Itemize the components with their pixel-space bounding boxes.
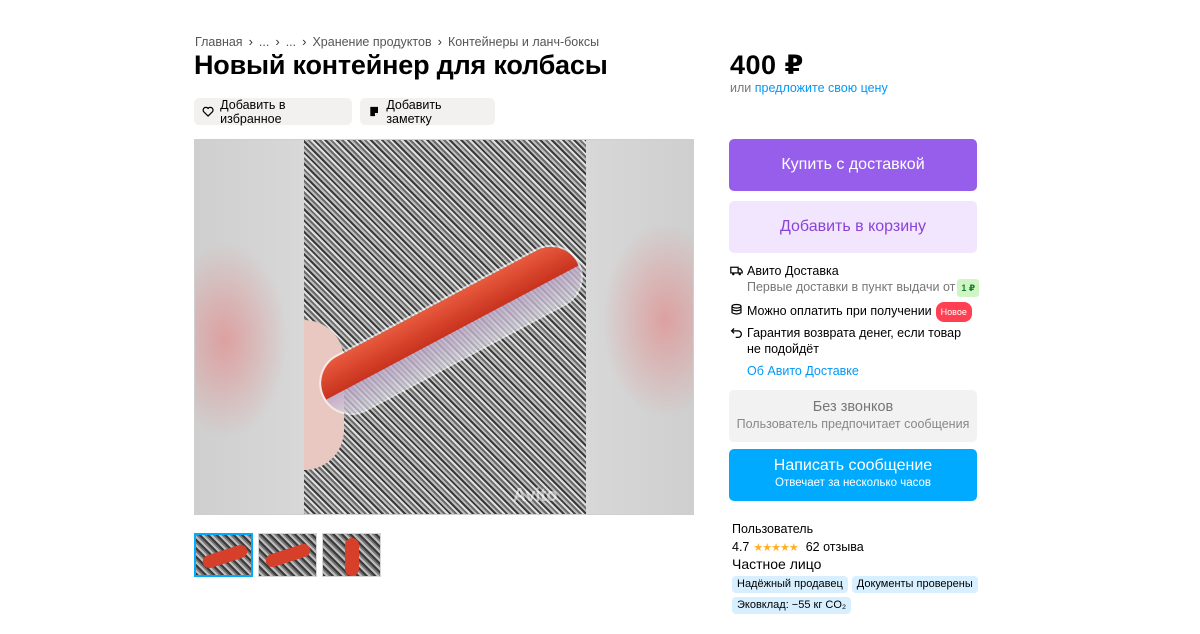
buy-with-delivery-button[interactable]: Купить с доставкой bbox=[729, 139, 977, 191]
reviews-link[interactable]: 62 отзыва bbox=[806, 540, 864, 554]
breadcrumb-separator-icon: › bbox=[248, 34, 253, 49]
breadcrumb-separator-icon: › bbox=[275, 34, 280, 49]
avito-watermark: Avito bbox=[513, 485, 558, 505]
no-calls-subtitle: Пользователь предпочитает сообщения bbox=[736, 417, 970, 431]
truck-icon bbox=[730, 266, 743, 276]
add-note-label: Добавить заметку bbox=[386, 97, 442, 126]
about-delivery-link[interactable]: Об Авито Доставке bbox=[747, 364, 859, 378]
star-rating-icon: ★★★★★ bbox=[753, 541, 798, 554]
sausage-container-shape bbox=[307, 233, 595, 427]
tag-documents-verified: Документы проверены bbox=[851, 576, 978, 593]
new-badge: Новое bbox=[935, 302, 972, 322]
seller-tags: Надёжный продавец Документы проверены Эк… bbox=[732, 576, 982, 614]
seller-type: Частное лицо bbox=[732, 556, 822, 572]
thumbnail-strip bbox=[194, 533, 381, 577]
offer-price-link[interactable]: предложите свою цену bbox=[755, 81, 888, 95]
return-arrow-icon bbox=[730, 327, 742, 339]
add-to-favorites-button[interactable]: Добавить в избранное bbox=[194, 97, 352, 126]
response-time-label: Отвечает за несколько часов bbox=[775, 477, 931, 489]
add-to-favorites-label: Добавить в избранное bbox=[220, 97, 286, 126]
tag-eco-contribution: Эковклад: −55 кг CO₂ bbox=[732, 597, 852, 614]
delivery-info: Авито Доставка Первые доставки в пункт в… bbox=[730, 263, 980, 297]
pay-on-receipt-text: Можно оплатить при получении bbox=[747, 304, 932, 318]
write-message-label: Написать сообщение bbox=[773, 457, 933, 474]
offer-price-line: или предложите свою цену bbox=[730, 81, 888, 95]
thumbnail-2[interactable] bbox=[258, 533, 317, 577]
breadcrumb-item-collapsed-1[interactable]: ... bbox=[259, 35, 269, 49]
breadcrumb-separator-icon: › bbox=[302, 34, 307, 49]
add-to-cart-button[interactable]: Добавить в корзину bbox=[729, 201, 977, 253]
offer-or-text: или bbox=[730, 81, 752, 95]
breadcrumb-item-containers[interactable]: Контейнеры и ланч-боксы bbox=[448, 35, 599, 49]
guarantee-line-1: Гарантия возврата денег, если товар bbox=[747, 326, 962, 340]
guarantee-line-2: не подойдёт bbox=[747, 342, 819, 356]
no-calls-panel: Без звонков Пользователь предпочитает со… bbox=[729, 390, 977, 442]
note-icon bbox=[370, 106, 379, 117]
breadcrumb-item-food-storage[interactable]: Хранение продуктов bbox=[312, 35, 431, 49]
breadcrumb: Главная › ... › ... › Хранение продуктов… bbox=[195, 34, 599, 49]
add-note-button[interactable]: Добавить заметку bbox=[360, 97, 495, 126]
no-calls-title: Без звонков bbox=[812, 399, 894, 415]
delivery-subtitle: Первые доставки в пункт выдачи от bbox=[747, 280, 956, 294]
pay-on-receipt-info: Можно оплатить при получении Новое bbox=[730, 302, 972, 322]
thumbnail-3[interactable] bbox=[322, 533, 381, 577]
rating-value: 4.7 bbox=[732, 540, 750, 554]
breadcrumb-item-home[interactable]: Главная bbox=[195, 35, 243, 49]
delivery-price-badge: 1 ₽ bbox=[957, 279, 980, 297]
price: 400 ₽ bbox=[730, 50, 804, 80]
seller-name[interactable]: Пользователь bbox=[732, 522, 813, 536]
seller-rating: 4.7 ★★★★★ 62 отзыва bbox=[732, 540, 864, 554]
guarantee-info: Гарантия возврата денег, если товар не п… bbox=[730, 325, 961, 357]
breadcrumb-separator-icon: › bbox=[437, 34, 442, 49]
delivery-title: Авито Доставка bbox=[747, 264, 839, 278]
page-title: Новый контейнер для колбасы bbox=[194, 50, 608, 80]
heart-icon bbox=[202, 106, 214, 117]
write-message-button[interactable]: Написать сообщение Отвечает за несколько… bbox=[729, 449, 977, 501]
tag-reliable-seller: Надёжный продавец bbox=[732, 576, 848, 593]
product-image bbox=[304, 140, 595, 514]
breadcrumb-item-collapsed-2[interactable]: ... bbox=[286, 35, 296, 49]
coins-icon bbox=[731, 303, 742, 315]
main-photo[interactable]: Avito bbox=[194, 139, 694, 515]
thumbnail-1[interactable] bbox=[194, 533, 253, 577]
